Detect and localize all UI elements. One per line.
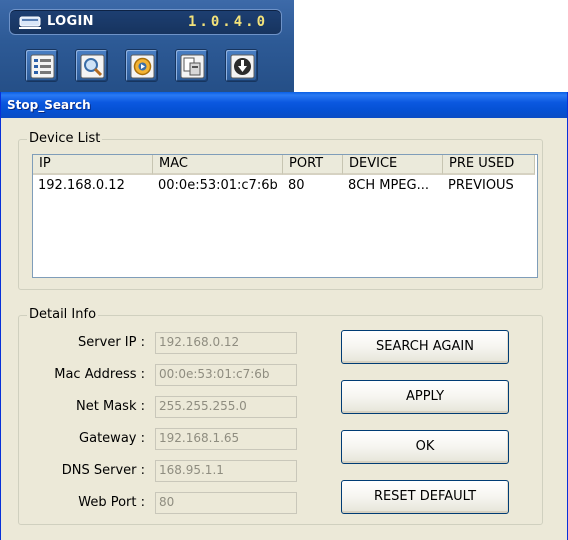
search-icon [80,54,105,79]
download-icon [230,54,255,79]
table-header: IP MAC PORT DEVICE PRE USED [33,155,537,175]
column-header-device[interactable]: DEVICE [343,155,443,175]
dialog-titlebar[interactable]: Stop_Search [1,92,567,118]
mac-address-label: Mac Address : [54,367,145,382]
toolbar-panel: LOGIN 1.0.4.0 [0,0,294,92]
copy-icon [180,54,205,79]
dialog-title: Stop_Search [7,98,91,112]
cell-ip: 192.168.0.12 [38,178,125,193]
ok-button[interactable]: OK [341,430,509,464]
apply-button[interactable]: APPLY [341,380,509,414]
net-mask-field[interactable]: 255.255.255.0 [155,396,297,418]
login-bar[interactable]: LOGIN 1.0.4.0 [9,9,282,35]
cell-pre-used: PREVIOUS [448,178,514,193]
column-header-ip[interactable]: IP [33,155,153,175]
web-port-label: Web Port : [78,495,145,510]
mac-address-field[interactable]: 00:0e:53:01:c7:6b [155,364,297,386]
column-header-mac[interactable]: MAC [153,155,283,175]
detail-info-legend: Detail Info [27,307,99,322]
gateway-field[interactable]: 192.168.1.65 [155,428,297,450]
copy-button[interactable] [175,49,208,82]
dns-server-label: DNS Server : [61,463,145,478]
login-label: LOGIN [47,14,94,29]
server-ip-field[interactable]: 192.168.0.12 [155,332,297,354]
cell-mac: 00:0e:53:01:c7:6b [158,178,278,193]
column-header-pre-used[interactable]: PRE USED [443,155,535,175]
list-view-button[interactable] [25,49,58,82]
playback-button[interactable] [125,49,158,82]
reset-default-button[interactable]: RESET DEFAULT [341,480,509,514]
cell-port: 80 [288,178,305,193]
gateway-label: Gateway : [79,431,145,446]
cell-device: 8CH MPEG... [348,178,429,193]
server-ip-label: Server IP : [78,335,145,350]
column-header-port[interactable]: PORT [283,155,343,175]
playback-icon [130,54,155,79]
device-list-legend: Device List [27,131,103,146]
version-text: 1.0.4.0 [188,14,269,30]
list-view-icon [30,54,55,79]
download-button[interactable] [225,49,258,82]
search-again-button[interactable]: SEARCH AGAIN [341,330,509,364]
dns-server-field[interactable]: 168.95.1.1 [155,460,297,482]
device-icon [19,16,41,29]
table-row[interactable]: 192.168.0.12 00:0e:53:01:c7:6b 80 8CH MP… [33,177,537,195]
web-port-field[interactable]: 80 [155,492,297,514]
search-button[interactable] [75,49,108,82]
device-list-table[interactable]: IP MAC PORT DEVICE PRE USED 192.168.0.12… [32,154,538,278]
net-mask-label: Net Mask : [76,399,145,414]
